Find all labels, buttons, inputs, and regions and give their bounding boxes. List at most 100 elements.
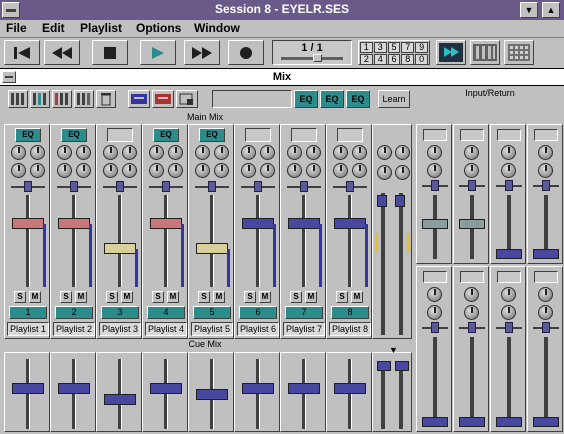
- mute-button[interactable]: M: [351, 291, 363, 303]
- channel-number[interactable]: 8: [331, 306, 369, 319]
- channel-eq-button[interactable]: EQ: [153, 128, 179, 142]
- cue-fader[interactable]: [12, 383, 44, 394]
- menu-edit[interactable]: Edit: [42, 21, 65, 35]
- pan-slider[interactable]: [241, 181, 275, 192]
- input-fader[interactable]: [422, 219, 448, 229]
- send-knob[interactable]: [214, 163, 229, 178]
- input-select-box[interactable]: [460, 129, 484, 141]
- pan-thumb[interactable]: [208, 181, 216, 192]
- locator-3[interactable]: 3: [373, 42, 387, 53]
- input-knob[interactable]: [501, 305, 516, 320]
- input-fader[interactable]: [422, 417, 448, 427]
- menu-options[interactable]: Options: [136, 21, 181, 35]
- cue-master-fader-left[interactable]: [377, 361, 391, 371]
- send-knob[interactable]: [333, 145, 348, 160]
- input-knob[interactable]: [427, 163, 442, 178]
- solo-button[interactable]: S: [60, 291, 72, 303]
- mute-button[interactable]: M: [75, 291, 87, 303]
- master-knob-right[interactable]: [395, 145, 410, 160]
- input-pan-thumb[interactable]: [505, 322, 513, 333]
- channel-eq-button[interactable]: [337, 128, 363, 142]
- view-mode-2-button[interactable]: [30, 90, 50, 108]
- minimize-icon[interactable]: ▼: [520, 2, 538, 18]
- input-pan-thumb[interactable]: [468, 322, 476, 333]
- send-knob[interactable]: [168, 145, 183, 160]
- send-knob[interactable]: [76, 145, 91, 160]
- input-pan-thumb[interactable]: [431, 180, 439, 191]
- input-pan-thumb[interactable]: [542, 322, 550, 333]
- mute-button[interactable]: M: [213, 291, 225, 303]
- pan-thumb[interactable]: [116, 181, 124, 192]
- send-knob[interactable]: [333, 163, 348, 178]
- channel-number[interactable]: 3: [101, 306, 139, 319]
- input-knob[interactable]: [464, 163, 479, 178]
- channel-fader[interactable]: [12, 218, 44, 229]
- play-button[interactable]: [140, 40, 176, 65]
- solo-button[interactable]: S: [244, 291, 256, 303]
- input-knob[interactable]: [501, 163, 516, 178]
- view-mode-4-button[interactable]: [74, 90, 94, 108]
- pan-slider[interactable]: [333, 181, 367, 192]
- input-knob[interactable]: [427, 305, 442, 320]
- cue-fader[interactable]: [196, 389, 228, 400]
- mute-button[interactable]: M: [305, 291, 317, 303]
- send-knob[interactable]: [76, 163, 91, 178]
- channel-number[interactable]: 4: [147, 306, 185, 319]
- grid-view-button[interactable]: [504, 40, 534, 65]
- solo-button[interactable]: S: [198, 291, 210, 303]
- channel-fader[interactable]: [288, 218, 320, 229]
- pan-thumb[interactable]: [162, 181, 170, 192]
- input-fader[interactable]: [496, 249, 522, 259]
- channel-fader[interactable]: [58, 218, 90, 229]
- pan-slider[interactable]: [11, 181, 45, 192]
- channel-number[interactable]: 2: [55, 306, 93, 319]
- send-knob[interactable]: [11, 163, 26, 178]
- send-knob[interactable]: [57, 145, 72, 160]
- locator-8[interactable]: 8: [401, 54, 415, 65]
- maximize-icon[interactable]: ▲: [542, 2, 560, 18]
- input-pan-thumb[interactable]: [505, 180, 513, 191]
- send-knob[interactable]: [352, 145, 367, 160]
- channel-eq-button[interactable]: EQ: [15, 128, 41, 142]
- send-knob[interactable]: [149, 145, 164, 160]
- fast-forward-button[interactable]: [184, 40, 220, 65]
- input-knob[interactable]: [538, 305, 553, 320]
- view-mode-3-button[interactable]: [52, 90, 72, 108]
- channel-eq-button[interactable]: [245, 128, 271, 142]
- mute-button[interactable]: M: [29, 291, 41, 303]
- record-button[interactable]: [228, 40, 264, 65]
- pan-thumb[interactable]: [300, 181, 308, 192]
- input-knob[interactable]: [501, 287, 516, 302]
- menu-playlist[interactable]: Playlist: [80, 21, 122, 35]
- eq-button-1[interactable]: EQ: [294, 90, 318, 108]
- locator-1[interactable]: 1: [360, 42, 373, 53]
- input-knob[interactable]: [427, 145, 442, 160]
- input-knob[interactable]: [538, 145, 553, 160]
- send-knob[interactable]: [30, 145, 45, 160]
- input-fader[interactable]: [496, 417, 522, 427]
- pan-slider[interactable]: [57, 181, 91, 192]
- input-pan-thumb[interactable]: [542, 180, 550, 191]
- send-knob[interactable]: [168, 163, 183, 178]
- input-select-box[interactable]: [534, 129, 558, 141]
- input-knob[interactable]: [427, 287, 442, 302]
- input-fader[interactable]: [459, 219, 485, 229]
- rewind-to-start-button[interactable]: [4, 40, 40, 65]
- locator-0[interactable]: 0: [415, 54, 428, 65]
- playlist-counter[interactable]: 1 / 1: [272, 40, 352, 65]
- solo-button[interactable]: S: [290, 291, 302, 303]
- pan-slider[interactable]: [149, 181, 183, 192]
- master-fader-right[interactable]: [395, 195, 405, 207]
- counter-slider-thumb[interactable]: [313, 54, 322, 62]
- input-select-box[interactable]: [497, 271, 521, 283]
- master-knob-right-2[interactable]: [395, 165, 410, 180]
- channel-eq-button[interactable]: [107, 128, 133, 142]
- send-knob[interactable]: [287, 145, 302, 160]
- stop-button[interactable]: [92, 40, 128, 65]
- menu-window[interactable]: Window: [194, 21, 240, 35]
- pan-slider[interactable]: [287, 181, 321, 192]
- cue-fader[interactable]: [104, 394, 136, 405]
- send-knob[interactable]: [260, 145, 275, 160]
- send-knob[interactable]: [306, 145, 321, 160]
- mute-button[interactable]: M: [167, 291, 179, 303]
